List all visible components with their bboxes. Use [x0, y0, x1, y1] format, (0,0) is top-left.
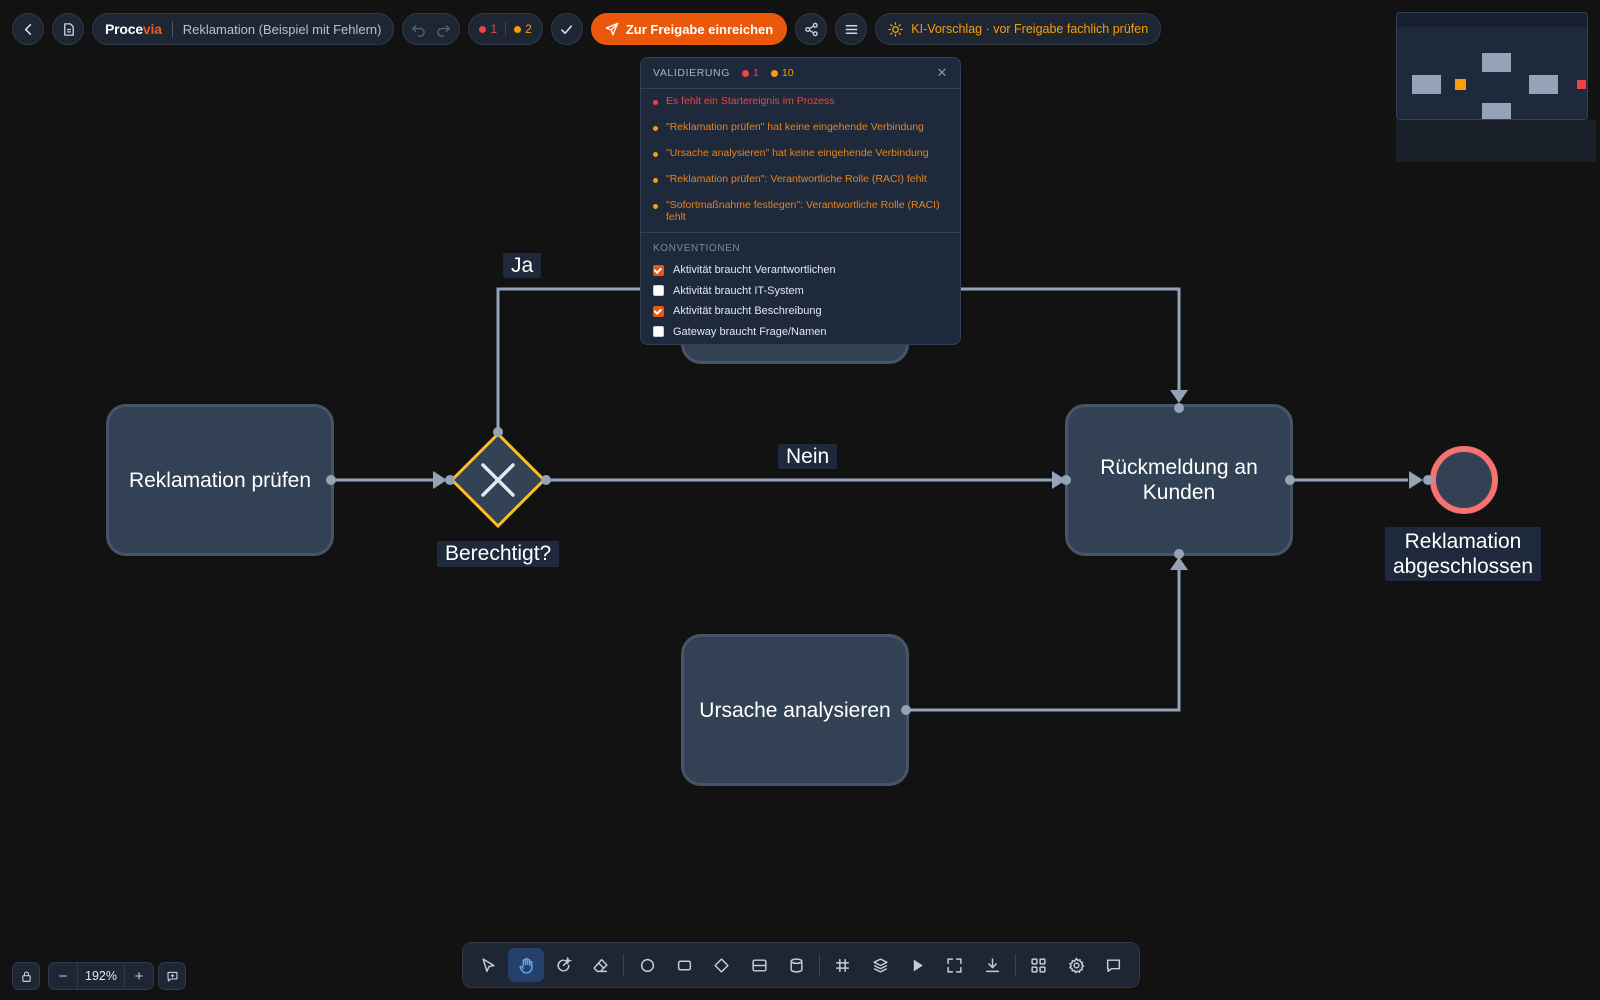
minimap[interactable]: [1396, 12, 1588, 120]
flow-label-yes: Ja: [503, 253, 542, 278]
task-reklamation-pruefen[interactable]: Reklamation prüfen: [106, 404, 334, 556]
task-ursache-analysieren[interactable]: Ursache analysieren: [681, 634, 909, 786]
list-item[interactable]: "Reklamation prüfen" hat keine eingehend…: [641, 121, 960, 147]
warning-count: 2: [514, 22, 532, 36]
menu-icon: [845, 24, 858, 34]
layers-icon[interactable]: [863, 948, 898, 982]
document-title: Reklamation (Beispiel mit Fehlern): [182, 21, 382, 37]
flow-analyze-to-feedback: [907, 564, 1181, 712]
chevron-left-icon: [24, 23, 31, 35]
conventions-title: KONVENTIONEN: [653, 243, 741, 254]
task-label: Rückmeldung an Kunden: [1100, 456, 1258, 504]
list-item[interactable]: "Reklamation prüfen": Verantwortliche Ro…: [641, 173, 960, 199]
error-count: 1: [479, 22, 497, 36]
convention-item[interactable]: Aktivität braucht Verantwortlichen: [653, 260, 948, 281]
minimap-node: [1412, 75, 1441, 94]
redo-icon[interactable]: [436, 22, 451, 37]
menu-button[interactable]: [835, 13, 868, 45]
validation-issue-list[interactable]: Es fehlt ein Startereignis im Prozess "R…: [641, 89, 960, 233]
checkbox[interactable]: [653, 285, 664, 297]
top-bar: Procevia Reklamation (Beispiel mit Fehle…: [12, 12, 1162, 46]
exclusive-gateway[interactable]: [448, 430, 548, 530]
validate-button[interactable]: [550, 13, 583, 45]
lock-icon: [21, 970, 31, 982]
send-icon: [605, 22, 619, 36]
minimap-shadow: [1396, 120, 1596, 162]
task-label: Ursache analysieren: [699, 698, 891, 722]
share-button[interactable]: [795, 13, 828, 45]
validation-header: VALIDIERUNG 1 10 ✕: [641, 58, 960, 89]
conventions-section: KONVENTIONEN Aktivität braucht Verantwor…: [641, 233, 960, 342]
minimap-node: [1482, 53, 1511, 72]
zoom-level[interactable]: 192%: [77, 963, 125, 989]
download-icon[interactable]: [975, 948, 1010, 982]
end-event[interactable]: [1428, 444, 1500, 516]
logo: Procevia: [105, 21, 162, 37]
sun-icon: [888, 21, 903, 37]
close-icon[interactable]: ✕: [937, 65, 949, 81]
convention-item[interactable]: Gateway braucht Frage/Namen: [653, 322, 948, 343]
feedback-icon: [166, 971, 178, 982]
zoom-out-button[interactable]: −: [49, 963, 77, 989]
submit-for-approval-button[interactable]: Zur Freigabe einreichen: [590, 13, 788, 45]
end-event-label: Reklamation abgeschlossen: [1385, 527, 1541, 581]
undo-icon[interactable]: [411, 22, 426, 37]
comment-icon[interactable]: [1096, 948, 1131, 982]
checkbox[interactable]: [653, 264, 664, 276]
settings-icon[interactable]: [1058, 948, 1093, 982]
convention-item[interactable]: Aktivität braucht IT-System: [653, 281, 948, 302]
checkbox[interactable]: [653, 305, 664, 317]
undo-redo-group: [402, 13, 461, 45]
rectangle-icon[interactable]: [667, 948, 702, 982]
play-icon[interactable]: [900, 948, 935, 982]
zoom-in-button[interactable]: +: [125, 963, 153, 989]
feedback-button[interactable]: [158, 962, 186, 990]
convention-item[interactable]: Aktivität braucht Beschreibung: [653, 301, 948, 322]
lock-button[interactable]: [12, 962, 40, 990]
back-button[interactable]: [12, 13, 44, 45]
validation-panel: VALIDIERUNG 1 10 ✕ Es fehlt ein Startere…: [640, 57, 961, 345]
database-icon[interactable]: [779, 948, 814, 982]
list-item[interactable]: "Sofortmaßnahme festlegen": Verantwortli…: [641, 199, 960, 225]
minimap-end-event: [1577, 80, 1586, 89]
list-item[interactable]: "Ursache analysieren" hat keine eingehen…: [641, 147, 960, 173]
list-item[interactable]: Es fehlt ein Startereignis im Prozess: [641, 95, 960, 121]
minimap-gateway: [1455, 79, 1466, 90]
ai-suggestion-badge[interactable]: KI-Vorschlag · vor Freigabe fachlich prü…: [875, 13, 1162, 45]
minimap-node: [1529, 75, 1558, 94]
cursor-icon[interactable]: [471, 948, 506, 982]
zoom-controls: − 192% +: [12, 962, 186, 990]
task-label: Reklamation prüfen: [128, 468, 312, 492]
check-icon: [561, 24, 573, 34]
document-button[interactable]: [52, 13, 84, 45]
bottom-toolbar: [462, 942, 1140, 988]
brand-title: Procevia Reklamation (Beispiel mit Fehle…: [92, 13, 395, 45]
validation-title: VALIDIERUNG: [653, 67, 731, 79]
circle-icon[interactable]: [629, 948, 664, 982]
minimap-node: [1482, 103, 1511, 119]
validation-warning-count: 10: [770, 67, 794, 79]
diamond-icon[interactable]: [704, 948, 739, 982]
flow-label-no: Nein: [778, 444, 838, 469]
issue-counts[interactable]: 1 2: [468, 13, 543, 45]
grid-icon[interactable]: [825, 948, 860, 982]
apps-icon[interactable]: [1021, 948, 1056, 982]
magic-connect-icon[interactable]: [546, 948, 581, 982]
checkbox[interactable]: [653, 326, 664, 338]
validation-error-count: 1: [742, 67, 759, 79]
document-icon: [63, 22, 74, 36]
zoom-group: − 192% +: [48, 962, 154, 990]
share-icon: [804, 22, 818, 36]
lane-icon[interactable]: [742, 948, 777, 982]
task-rueckmeldung-an-kunden[interactable]: Rückmeldung an Kunden: [1065, 404, 1293, 556]
eraser-icon[interactable]: [583, 948, 618, 982]
fit-screen-icon[interactable]: [937, 948, 972, 982]
gateway-label: Berechtigt?: [437, 541, 560, 567]
hand-icon[interactable]: [508, 948, 544, 982]
